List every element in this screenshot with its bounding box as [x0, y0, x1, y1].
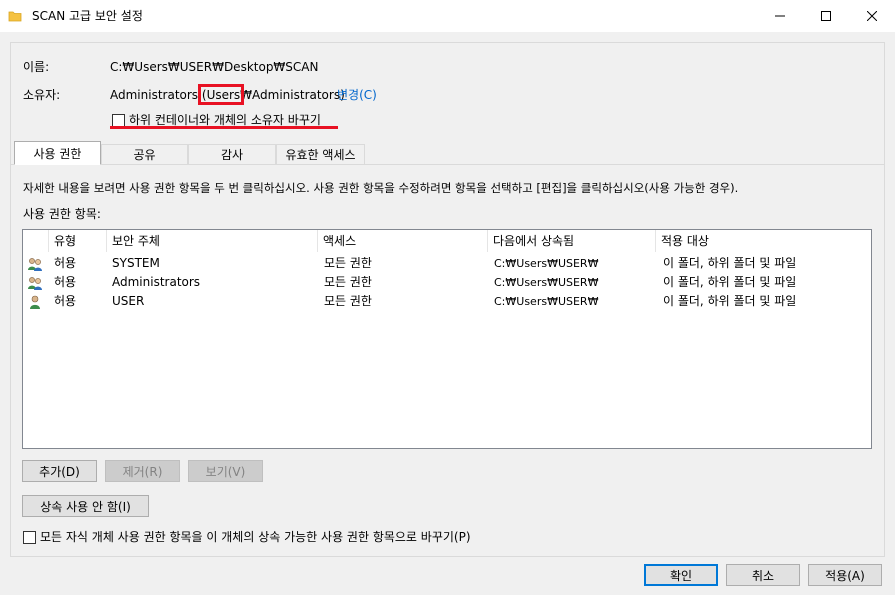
name-value: C:₩Users₩USER₩Desktop₩SCAN [110, 60, 319, 74]
row-access: 모든 권한 [324, 256, 372, 270]
row-inherited-from: C:₩Users₩USER₩ [494, 257, 599, 270]
row-access: 모든 권한 [324, 275, 372, 289]
permission-entries-table[interactable]: 유형 보안 주체 액세스 다음에서 상속됨 적용 대상 허용 SYSTEM 모든… [22, 229, 872, 449]
table-row[interactable]: 허용 Administrators 모든 권한 C:₩Users₩USER₩ 이… [23, 273, 871, 292]
users-group-icon [28, 258, 42, 271]
table-row[interactable]: 허용 SYSTEM 모든 권한 C:₩Users₩USER₩ 이 폴더, 하위 … [23, 254, 871, 273]
change-owner-link[interactable]: 변경(C) [337, 87, 377, 103]
minimize-icon [775, 15, 785, 17]
column-header-principal[interactable]: 보안 주체 [107, 230, 318, 252]
entries-label: 사용 권한 항목: [23, 207, 101, 221]
highlight-box [198, 84, 244, 105]
row-applies-to: 이 폴더, 하위 폴더 및 파일 [663, 256, 797, 270]
replace-child-permissions-option[interactable]: 모든 자식 개체 사용 권한 항목을 이 개체의 상속 가능한 사용 권한 항목… [23, 529, 471, 545]
maximize-icon [821, 11, 831, 21]
tab-auditing[interactable]: 감사 [188, 144, 276, 164]
user-icon [30, 295, 40, 309]
row-applies-to: 이 폴더, 하위 폴더 및 파일 [663, 294, 797, 308]
window-title: SCAN 고급 보안 설정 [32, 9, 143, 23]
row-inherited-from: C:₩Users₩USER₩ [494, 276, 599, 289]
add-button[interactable]: 추가(D) [22, 460, 97, 482]
permissions-instructions: 자세한 내용을 보려면 사용 권한 항목을 두 번 클릭하십시오. 사용 권한 … [23, 181, 739, 195]
close-button[interactable] [849, 0, 895, 32]
table-row[interactable]: 허용 USER 모든 권한 C:₩Users₩USER₩ 이 폴더, 하위 폴더… [23, 292, 871, 311]
disable-inheritance-button[interactable]: 상속 사용 안 함(I) [22, 495, 149, 517]
folder-icon [8, 11, 22, 22]
row-principal: SYSTEM [112, 256, 160, 270]
column-header-access[interactable]: 액세스 [318, 230, 488, 252]
tab-permissions[interactable]: 사용 권한 [14, 141, 101, 165]
column-header-type[interactable]: 유형 [49, 230, 107, 252]
remove-button[interactable]: 제거(R) [105, 460, 180, 482]
replace-owner-checkbox[interactable] [112, 113, 125, 127]
row-inherited-from: C:₩Users₩USER₩ [494, 295, 599, 308]
apply-button[interactable]: 적용(A) [808, 564, 882, 586]
maximize-button[interactable] [803, 0, 849, 32]
minimize-button[interactable] [757, 0, 803, 32]
row-principal: USER [112, 294, 145, 308]
row-type: 허용 [54, 275, 77, 289]
column-header-icon [23, 230, 49, 252]
name-label: 이름: [23, 60, 50, 74]
cancel-button[interactable]: 취소 [726, 564, 800, 586]
column-header-applies-to[interactable]: 적용 대상 [656, 230, 871, 252]
row-access: 모든 권한 [324, 294, 372, 308]
row-applies-to: 이 폴더, 하위 폴더 및 파일 [663, 275, 797, 289]
replace-child-permissions-checkbox[interactable] [23, 530, 36, 544]
owner-value-post: Administrators) [252, 88, 345, 102]
view-button[interactable]: 보기(V) [188, 460, 263, 482]
row-type: 허용 [54, 294, 77, 308]
tab-strip-line [10, 164, 885, 165]
column-header-inherited-from[interactable]: 다음에서 상속됨 [488, 230, 656, 252]
tab-effective-access[interactable]: 유효한 액세스 [276, 144, 365, 164]
users-group-icon [28, 277, 42, 290]
highlight-underline [110, 126, 338, 129]
owner-value-pre: Administrators ( [110, 88, 207, 102]
close-icon [867, 11, 877, 21]
table-header: 유형 보안 주체 액세스 다음에서 상속됨 적용 대상 [23, 230, 871, 252]
row-principal: Administrators [112, 275, 201, 289]
row-type: 허용 [54, 256, 77, 270]
tab-share[interactable]: 공유 [101, 144, 188, 164]
ok-button[interactable]: 확인 [644, 564, 718, 586]
owner-label: 소유자: [23, 88, 61, 102]
title-bar: SCAN 고급 보안 설정 [0, 0, 895, 32]
replace-child-permissions-label: 모든 자식 개체 사용 권한 항목을 이 개체의 상속 가능한 사용 권한 항목… [40, 530, 471, 544]
